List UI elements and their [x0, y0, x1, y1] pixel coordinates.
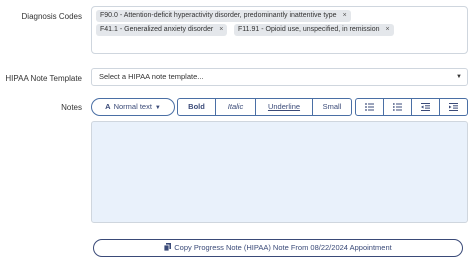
notes-label: Notes — [61, 103, 82, 112]
outdent-icon — [421, 103, 430, 112]
remove-chip-icon[interactable]: × — [386, 26, 390, 33]
bullet-list-icon — [365, 103, 374, 111]
diagnosis-codes-field[interactable]: F90.0 - Attention-deficit hyperactivity … — [91, 6, 468, 54]
copy-icon — [163, 243, 172, 252]
copy-progress-note-label: Copy Progress Note (HIPAA) Note From 08/… — [174, 243, 392, 252]
text-style-group: Bold Italic Underline Small — [177, 98, 352, 116]
text-format-dropdown[interactable]: A Normal text ▼ — [91, 98, 175, 116]
remove-chip-icon[interactable]: × — [343, 12, 347, 19]
diagnosis-codes-label: Diagnosis Codes — [21, 12, 82, 21]
caret-down-icon: ▼ — [154, 105, 161, 111]
bold-button[interactable]: Bold — [178, 99, 216, 115]
numbered-list-button[interactable] — [384, 99, 412, 115]
diagnosis-chip-text: F41.1 - Generalized anxiety disorder — [100, 26, 214, 33]
copy-progress-note-button[interactable]: Copy Progress Note (HIPAA) Note From 08/… — [93, 239, 463, 257]
note-template-label: HIPAA Note Template — [5, 74, 82, 83]
bullet-list-button[interactable] — [356, 99, 384, 115]
diagnosis-chip: F11.91 - Opioid use, unspecified, in rem… — [234, 24, 394, 36]
outdent-button[interactable] — [412, 99, 440, 115]
list-format-group — [355, 98, 468, 116]
italic-button[interactable]: Italic — [216, 99, 256, 115]
notes-editor[interactable] — [91, 121, 468, 223]
diagnosis-chip: F90.0 - Attention-deficit hyperactivity … — [96, 10, 351, 22]
diagnosis-chip: F41.1 - Generalized anxiety disorder × — [96, 24, 228, 36]
underline-button[interactable]: Underline — [256, 99, 313, 115]
indent-button[interactable] — [440, 99, 467, 115]
caret-down-icon: ▼ — [456, 74, 462, 80]
small-button[interactable]: Small — [313, 99, 351, 115]
note-template-placeholder: Select a HIPAA note template... — [99, 72, 204, 81]
indent-icon — [449, 103, 458, 112]
text-format-label: Normal text — [113, 102, 152, 111]
remove-chip-icon[interactable]: × — [219, 26, 223, 33]
diagnosis-chip-text: F90.0 - Attention-deficit hyperactivity … — [100, 12, 337, 19]
text-format-icon: A — [105, 102, 111, 111]
numbered-list-icon — [393, 103, 402, 111]
note-template-select[interactable]: Select a HIPAA note template... ▼ — [91, 68, 468, 86]
diagnosis-chip-text: F11.91 - Opioid use, unspecified, in rem… — [238, 26, 380, 33]
